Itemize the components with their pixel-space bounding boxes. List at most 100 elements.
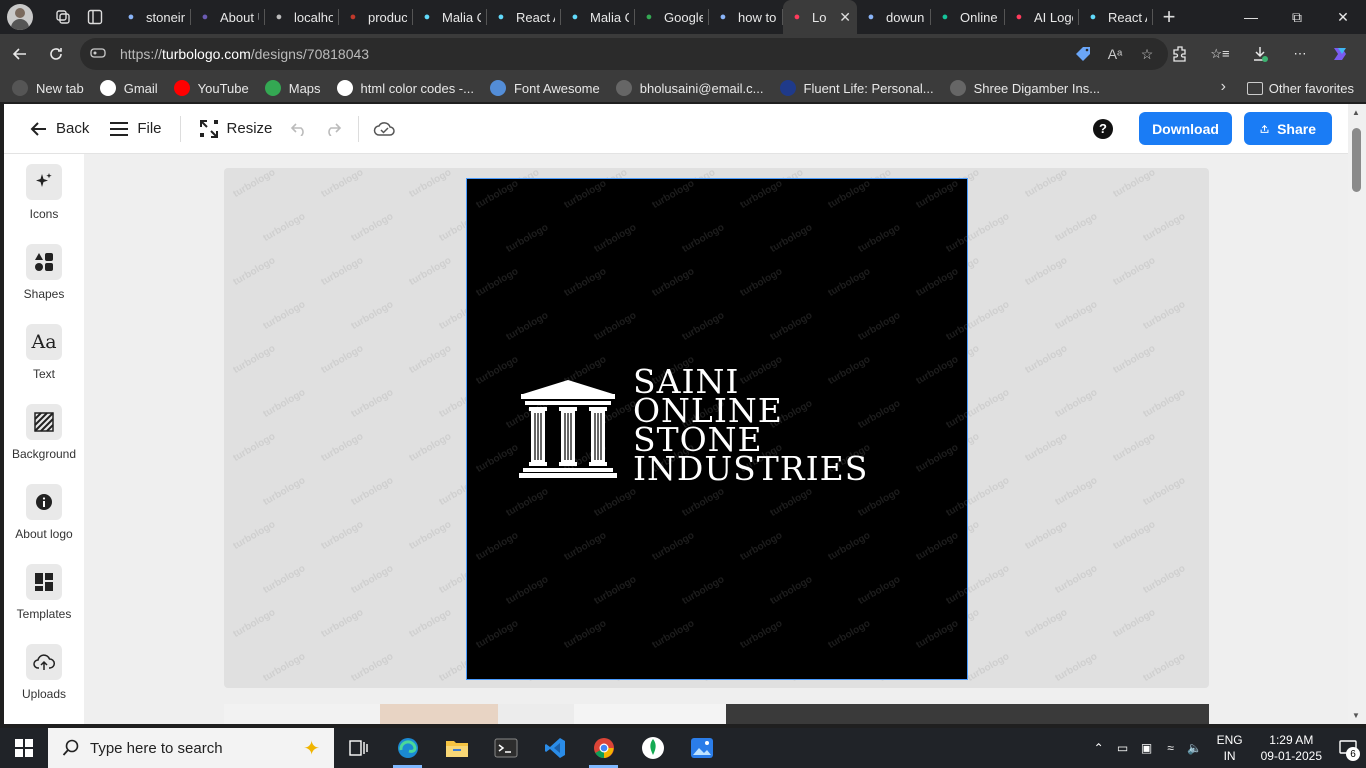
close-window-icon[interactable]: ✕	[1320, 0, 1366, 34]
cloud-save-icon[interactable]	[367, 112, 401, 146]
other-favorites[interactable]: Other favorites	[1246, 74, 1354, 102]
browser-tab[interactable]: ● dowunl	[857, 0, 931, 34]
template-thumbnail[interactable]	[498, 704, 574, 724]
sidebar-item-shapes[interactable]: Shapes	[4, 234, 84, 314]
bookmark-item[interactable]: Shree Digamber Ins...	[942, 74, 1108, 102]
download-button[interactable]: Download	[1139, 112, 1232, 145]
bookmark-item[interactable]: Gmail	[92, 74, 166, 102]
template-thumbnail[interactable]	[380, 704, 498, 724]
browser-tab[interactable]: ● Malia C	[413, 0, 487, 34]
browser-tab[interactable]: ● React A	[487, 0, 561, 34]
vscode-icon[interactable]	[530, 728, 579, 768]
favorite-star-icon[interactable]: ☆	[1136, 43, 1158, 65]
file-menu-button[interactable]: File	[99, 104, 171, 154]
minimize-icon[interactable]: —	[1228, 0, 1274, 34]
battery-icon[interactable]: ▭	[1111, 741, 1135, 755]
more-options-icon[interactable]: ⋯	[1282, 38, 1318, 70]
bookmark-item[interactable]: Font Awesome	[482, 74, 608, 102]
bookmark-item[interactable]: Maps	[257, 74, 329, 102]
resize-button[interactable]: Resize	[189, 104, 283, 154]
read-aloud-icon[interactable]: Aᵃ	[1104, 43, 1126, 65]
editor-sidebar: Icons Shapes Aa Text Background About logo Tem…	[4, 154, 84, 724]
scroll-down-icon[interactable]: ▼	[1352, 711, 1360, 720]
watermark-text: turbologo	[319, 519, 366, 552]
browser-tab[interactable]: ● Lo ✕	[783, 0, 857, 34]
restore-icon[interactable]: ⧉	[1274, 0, 1320, 34]
browser-tab[interactable]: ● how to	[709, 0, 783, 34]
sidebar-item-templates[interactable]: Templates	[4, 554, 84, 634]
copilot-icon[interactable]	[1322, 38, 1358, 70]
bookmark-item[interactable]: html color codes -...	[329, 74, 482, 102]
clock[interactable]: 1:29 AM 09-01-2025	[1261, 732, 1322, 764]
address-bar[interactable]: https://turbologo.com/designs/70818043 A…	[80, 38, 1168, 70]
task-view-icon[interactable]	[334, 728, 383, 768]
browser-tab[interactable]: ● Google	[635, 0, 709, 34]
browser-tab[interactable]: ● stoneir	[117, 0, 191, 34]
windows-start-icon[interactable]	[0, 728, 48, 768]
browser-tab[interactable]: ● Malia C	[561, 0, 635, 34]
workspaces-icon[interactable]	[47, 3, 79, 31]
browser-tab[interactable]: ● AI Logo	[1005, 0, 1079, 34]
bookmarks-overflow-chevron-icon[interactable]: ›	[1221, 78, 1226, 96]
wifi-icon[interactable]: ≈	[1159, 741, 1183, 755]
logo-artboard[interactable]: turbologo turbologo turbologo turbologo turb…	[466, 178, 968, 680]
browser-tab[interactable]: ● React A	[1079, 0, 1153, 34]
file-explorer-icon[interactable]	[432, 728, 481, 768]
watermark-text: turbologo	[592, 486, 639, 519]
sidebar-item-icons[interactable]: Icons	[4, 154, 84, 234]
share-button[interactable]: Share	[1244, 112, 1332, 145]
photos-icon[interactable]	[677, 728, 726, 768]
sidebar-item-about-logo[interactable]: About logo	[4, 474, 84, 554]
google-icon	[336, 80, 353, 96]
scrollbar-thumb[interactable]	[1352, 128, 1361, 192]
camera-icon[interactable]: ▣	[1135, 741, 1159, 755]
newtab-icon	[12, 80, 28, 96]
close-tab-icon[interactable]: ✕	[839, 9, 851, 26]
bookmark-item[interactable]: Fluent Life: Personal...	[772, 74, 942, 102]
edge-icon[interactable]	[383, 728, 432, 768]
bookmark-item[interactable]: YouTube	[166, 74, 257, 102]
sidebar-item-text[interactable]: Aa Text	[4, 314, 84, 394]
site-info-icon[interactable]	[90, 46, 110, 63]
template-thumbnail[interactable]	[224, 704, 380, 724]
page-scrollbar[interactable]: ▲ ▼	[1348, 104, 1366, 724]
tray-chevron-up-icon[interactable]: ⌃	[1087, 741, 1111, 755]
watermark-text: turbologo	[1023, 167, 1070, 200]
volume-icon[interactable]: 🔈	[1183, 741, 1207, 755]
terminal-icon[interactable]	[481, 728, 530, 768]
template-thumbnail[interactable]	[726, 704, 1209, 724]
watermark-text: turbologo	[1053, 387, 1100, 420]
taskbar-search-box[interactable]: Type here to search ✦	[48, 728, 334, 768]
browser-tab[interactable]: ● localho	[265, 0, 339, 34]
back-arrow-icon[interactable]	[2, 38, 38, 70]
coupon-tag-icon[interactable]	[1072, 43, 1094, 65]
reload-icon[interactable]	[38, 38, 74, 70]
help-chat-icon[interactable]: ?	[1093, 118, 1113, 139]
bookmark-label: Fluent Life: Personal...	[803, 80, 934, 96]
language-indicator[interactable]: ENG IN	[1217, 732, 1243, 764]
watermark-text: turbologo	[768, 222, 815, 255]
undo-icon[interactable]	[282, 112, 316, 146]
browser-tab[interactable]: ● produc	[339, 0, 413, 34]
new-tab-button[interactable]: +	[1153, 2, 1185, 32]
redo-icon[interactable]	[316, 112, 350, 146]
profile-avatar[interactable]	[7, 4, 33, 30]
watermark-text: turbologo	[650, 530, 697, 563]
template-thumbnail[interactable]	[574, 704, 726, 724]
mongodb-icon[interactable]	[628, 728, 677, 768]
sidebar-item-background[interactable]: Background	[4, 394, 84, 474]
bookmark-item[interactable]: New tab	[4, 74, 92, 102]
downloads-icon[interactable]	[1242, 38, 1278, 70]
browser-tab[interactable]: ● Online	[931, 0, 1005, 34]
extensions-icon[interactable]	[1162, 38, 1198, 70]
notification-center-icon[interactable]: 6	[1330, 728, 1366, 768]
chrome-icon[interactable]	[579, 728, 628, 768]
bookmark-item[interactable]: bholusaini@email.c...	[608, 74, 772, 102]
favorites-icon[interactable]: ☆≡	[1202, 38, 1238, 70]
scroll-up-icon[interactable]: ▲	[1352, 108, 1360, 117]
back-button[interactable]: Back	[20, 104, 99, 154]
watermark-text: turbologo	[349, 299, 396, 332]
vertical-tabs-icon[interactable]	[79, 3, 111, 31]
sidebar-item-uploads[interactable]: Uploads	[4, 634, 84, 714]
browser-tab[interactable]: ● About U	[191, 0, 265, 34]
